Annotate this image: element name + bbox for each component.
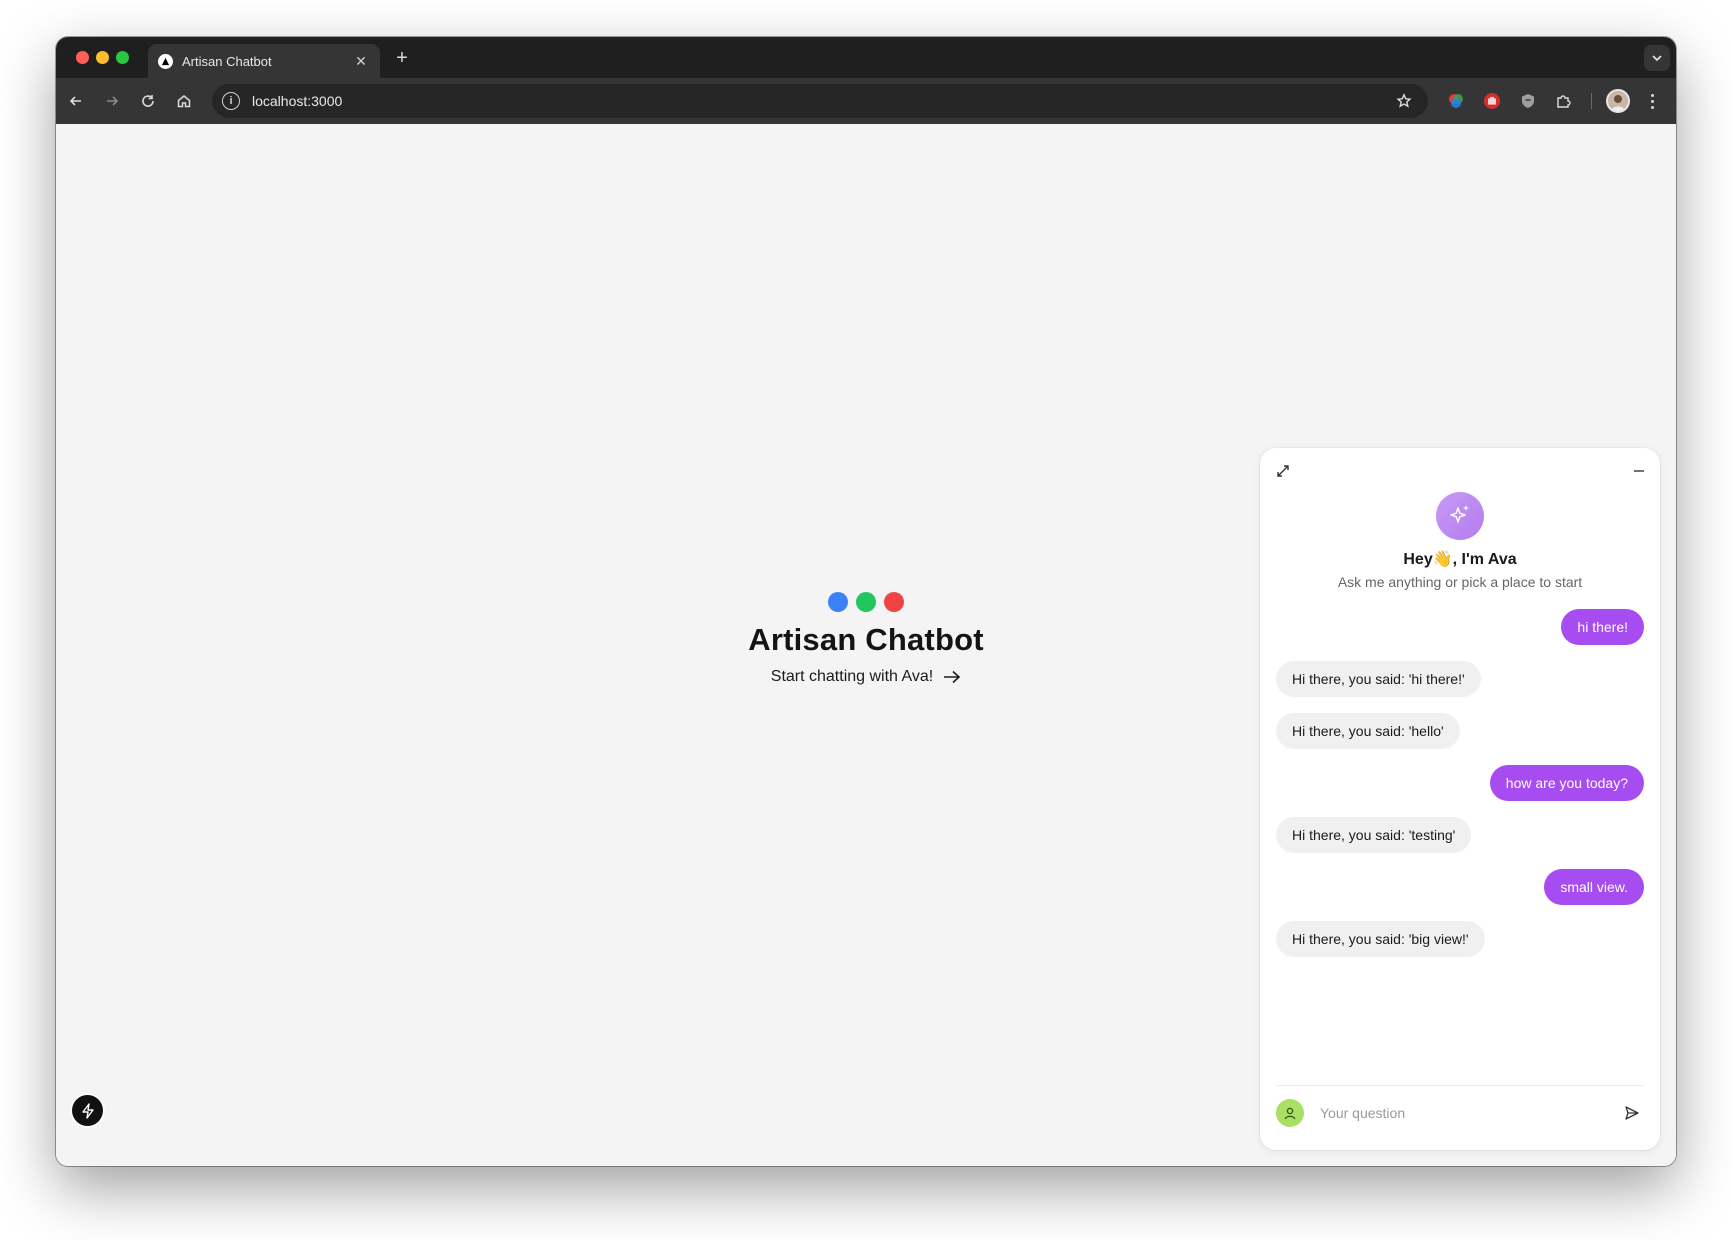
chat-subtitle: Ask me anything or pick a place to start: [1337, 574, 1583, 590]
new-tab-button[interactable]: +: [390, 46, 414, 70]
user-message: small view.: [1276, 869, 1644, 905]
tab-strip: Artisan Chatbot ✕ +: [56, 37, 1676, 78]
message-bubble: small view.: [1544, 869, 1644, 905]
bookmark-star-icon[interactable]: [1392, 89, 1416, 113]
profile-person-icon: [1611, 95, 1625, 111]
logo-dot-blue: [828, 592, 848, 612]
address-url[interactable]: localhost:3000: [252, 93, 1392, 109]
chat-widget: Hey👋, I'm Ava Ask me anything or pick a …: [1260, 448, 1660, 1150]
home-icon: [177, 95, 191, 108]
zoom-window-button[interactable]: [116, 51, 129, 64]
tab-title: Artisan Chatbot: [182, 53, 272, 69]
message-bubble: hi there!: [1561, 609, 1644, 645]
question-input[interactable]: [1320, 1105, 1620, 1121]
page-content: Artisan Chatbot Start chatting with Ava!…: [56, 124, 1676, 1166]
message-bubble: how are you today?: [1489, 765, 1644, 801]
shield-extension-icon[interactable]: [1517, 90, 1539, 112]
message-bubble: Hi there, you said: 'hello': [1276, 713, 1460, 749]
bot-message: Hi there, you said: 'hi there!': [1276, 661, 1644, 697]
bot-message: Hi there, you said: 'hello': [1276, 713, 1644, 749]
expand-chat-button[interactable]: [1274, 462, 1292, 480]
lightning-bolt-icon: [81, 1102, 94, 1119]
close-window-button[interactable]: [76, 51, 89, 64]
toolbar-divider: [1591, 93, 1592, 109]
logo-dot-green: [856, 592, 876, 612]
arrow-right-icon: [107, 96, 119, 106]
message-bubble: Hi there, you said: 'big view!': [1276, 921, 1485, 957]
arrow-left-icon: [69, 96, 81, 106]
user-message: hi there!: [1276, 609, 1644, 645]
expand-arrows-icon: [1277, 465, 1289, 477]
user-person-icon: [1284, 1107, 1296, 1120]
minimize-chat-button[interactable]: [1630, 462, 1648, 480]
tab-artisan-chatbot[interactable]: Artisan Chatbot ✕: [148, 44, 380, 78]
message-bubble: Hi there, you said: 'hi there!': [1276, 661, 1481, 697]
arrow-right-icon: [944, 670, 961, 684]
bot-message: Hi there, you said: 'big view!': [1276, 921, 1644, 957]
bot-message: Hi there, you said: 'testing': [1276, 817, 1644, 853]
composer-divider: [1276, 1085, 1644, 1086]
reload-button[interactable]: [136, 89, 160, 113]
chat-composer: [1276, 1099, 1644, 1127]
start-chatting-label: Start chatting with Ava!: [770, 668, 934, 685]
logo-dot-red: [884, 592, 904, 612]
site-info-icon[interactable]: i: [222, 92, 240, 110]
color-picker-extension-icon[interactable]: [1445, 90, 1467, 112]
send-button[interactable]: [1620, 1101, 1644, 1125]
minimize-window-button[interactable]: [96, 51, 109, 64]
browser-menu-kebab-icon[interactable]: [1644, 89, 1660, 113]
browser-toolbar: i localhost:3000: [56, 78, 1676, 124]
chat-greeting: Hey👋, I'm Ava: [1403, 551, 1517, 568]
sparkles-icon: [1450, 505, 1469, 523]
back-button[interactable]: [64, 89, 88, 113]
minus-icon: [1634, 470, 1644, 472]
message-bubble: Hi there, you said: 'testing': [1276, 817, 1472, 853]
triangle-favicon-icon: [158, 53, 173, 69]
forward-button[interactable]: [100, 89, 124, 113]
profile-avatar[interactable]: [1606, 89, 1630, 113]
user-message: how are you today?: [1276, 765, 1644, 801]
puzzle-extensions-icon[interactable]: [1553, 90, 1575, 112]
user-avatar: [1276, 1099, 1304, 1127]
nextjs-dev-tools-button[interactable]: [72, 1095, 103, 1126]
browser-window: Artisan Chatbot ✕ + i localhost:3000 Art…: [56, 37, 1676, 1166]
tab-close-icon[interactable]: ✕: [352, 53, 370, 70]
stop-hand-extension-icon[interactable]: [1481, 90, 1503, 112]
address-bar[interactable]: i localhost:3000: [212, 84, 1428, 118]
ava-avatar: [1436, 492, 1484, 540]
reload-icon: [142, 95, 154, 107]
home-button[interactable]: [172, 89, 196, 113]
start-chatting-link[interactable]: Start chatting with Ava!: [771, 668, 961, 686]
send-icon: [1625, 1106, 1639, 1120]
tab-search-button[interactable]: [1644, 45, 1670, 71]
message-list: hi there! Hi there, you said: 'hi there!…: [1276, 609, 1644, 973]
